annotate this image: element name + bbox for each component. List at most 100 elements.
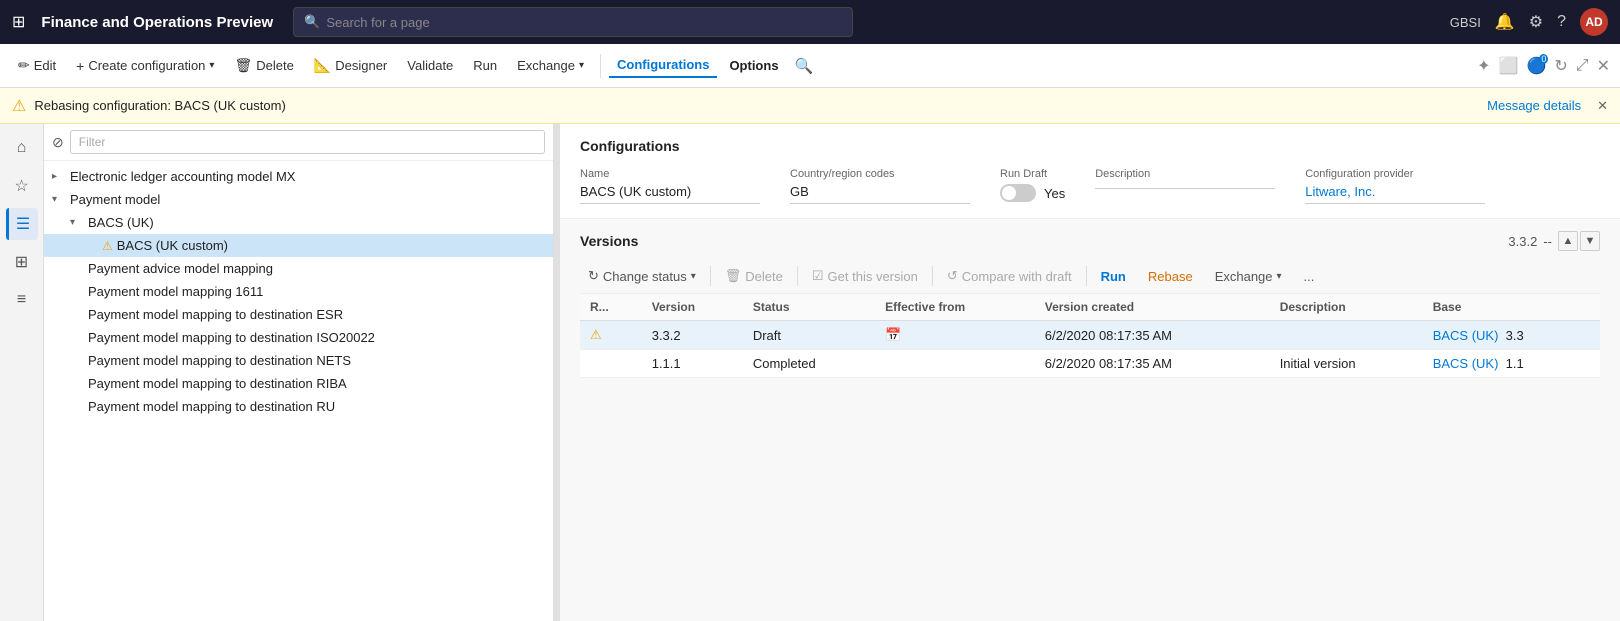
tree-item-label: Payment model mapping to destination ESR: [88, 307, 343, 322]
refresh-icon[interactable]: ↻: [1554, 56, 1567, 76]
table-row[interactable]: 1.1.1Completed6/2/2020 08:17:35 AMInitia…: [580, 350, 1600, 378]
panel-icon[interactable]: ⬜: [1499, 56, 1519, 76]
sidebar-menu-icon[interactable]: ≡: [6, 284, 38, 316]
tree-item-payment-dest-riba[interactable]: Payment model mapping to destination RIB…: [44, 372, 553, 395]
warning-icon: ⚠: [12, 96, 26, 116]
designer-button[interactable]: 📐 Designer: [306, 53, 395, 78]
versions-delete-button[interactable]: 🗑 Delete: [717, 265, 791, 287]
tree-item-label: Electronic ledger accounting model MX: [70, 169, 295, 184]
version-up-button[interactable]: ▲: [1558, 231, 1578, 251]
tree-item-label: Payment model mapping to destination NET…: [88, 353, 351, 368]
compare-with-draft-button[interactable]: ↺ Compare with draft: [939, 265, 1080, 287]
delete-button[interactable]: 🗑 Delete: [226, 53, 301, 78]
tree-item-electronic[interactable]: ▸ Electronic ledger accounting model MX: [44, 165, 553, 188]
config-provider-label: Configuration provider: [1305, 168, 1485, 180]
message-details-link[interactable]: Message details: [1487, 98, 1581, 113]
search-bar: 🔍: [293, 7, 853, 37]
notification-icon[interactable]: 🔔: [1495, 12, 1515, 32]
table-row[interactable]: ⚠3.3.2Draft📅6/2/2020 08:17:35 AMBACS (UK…: [580, 321, 1600, 350]
warning-message: Rebasing configuration: BACS (UK custom): [34, 98, 285, 113]
tree-item-payment-mapping-1611[interactable]: Payment model mapping 1611: [44, 280, 553, 303]
base-link[interactable]: BACS (UK): [1433, 328, 1499, 343]
ver-separator-2: [797, 266, 798, 286]
tree-item-bacs-uk-custom[interactable]: ⚠BACS (UK custom): [44, 234, 553, 257]
filter-input[interactable]: [70, 130, 545, 154]
designer-icon: 📐: [314, 57, 331, 74]
version-dash: --: [1543, 234, 1552, 249]
tree-item-payment-dest-nets[interactable]: Payment model mapping to destination NET…: [44, 349, 553, 372]
chevron-icon: ▸: [52, 171, 66, 182]
rebase-button[interactable]: Rebase: [1140, 266, 1201, 287]
tree-item-payment-dest-iso[interactable]: Payment model mapping to destination ISO…: [44, 326, 553, 349]
user-avatar[interactable]: AD: [1580, 8, 1608, 36]
close-icon[interactable]: ✕: [1597, 56, 1610, 76]
calendar-icon[interactable]: 📅: [885, 327, 901, 342]
help-icon[interactable]: ?: [1557, 13, 1566, 31]
row-base[interactable]: BACS (UK) 1.1: [1423, 350, 1600, 378]
toolbar-separator: [600, 54, 601, 78]
star-icon[interactable]: ✦: [1477, 56, 1490, 76]
create-config-button[interactable]: + Create configuration ▾: [68, 54, 222, 78]
row-flag: ⚠: [580, 321, 642, 350]
tree-item-payment-dest-ru[interactable]: Payment model mapping to destination RU: [44, 395, 553, 418]
ver-separator-1: [710, 266, 711, 286]
sidebar-home-icon[interactable]: ⌂: [6, 132, 38, 164]
app-title: Finance and Operations Preview: [41, 14, 273, 31]
tree-item-label: Payment model mapping to destination ISO…: [88, 330, 375, 345]
search-input[interactable]: [326, 15, 842, 30]
popout-icon[interactable]: ⤢: [1576, 57, 1589, 75]
tree-item-label: Payment model: [70, 192, 160, 207]
tree-item-payment-dest-esr[interactable]: Payment model mapping to destination ESR: [44, 303, 553, 326]
validate-button[interactable]: Validate: [399, 54, 461, 77]
right-panel: Configurations Name BACS (UK custom) Cou…: [560, 124, 1620, 621]
tree-item-label: BACS (UK custom): [117, 238, 228, 253]
get-this-version-button[interactable]: ☑ Get this version: [804, 265, 926, 287]
tree-item-label: BACS (UK): [88, 215, 154, 230]
config-section: Configurations Name BACS (UK custom) Cou…: [560, 124, 1620, 219]
change-status-button[interactable]: ↻ Change status ▾: [580, 265, 704, 287]
base-link[interactable]: BACS (UK): [1433, 356, 1499, 371]
app-grid-icon[interactable]: ⊞: [12, 12, 25, 32]
row-base[interactable]: BACS (UK) 3.3: [1423, 321, 1600, 350]
run-button[interactable]: Run: [465, 54, 505, 77]
sidebar-table-icon[interactable]: ⊞: [6, 246, 38, 278]
row-warn-icon: ⚠: [590, 327, 602, 342]
version-down-button[interactable]: ▼: [1580, 231, 1600, 251]
col-header-description: Description: [1270, 294, 1423, 321]
plus-icon: +: [76, 58, 84, 74]
configurations-tab[interactable]: Configurations: [609, 53, 717, 78]
col-header-status: Status: [743, 294, 875, 321]
name-value: BACS (UK custom): [580, 184, 760, 204]
row-description: [1270, 321, 1423, 350]
edit-button[interactable]: ✏ Edit: [10, 53, 64, 78]
sidebar-star-icon[interactable]: ☆: [6, 170, 38, 202]
more-options-button[interactable]: ...: [1296, 266, 1323, 287]
sidebar-list-icon[interactable]: ☰: [6, 208, 38, 240]
row-effective-from: 📅: [875, 321, 1035, 350]
run-draft-toggle[interactable]: [1000, 184, 1036, 202]
filter-icon[interactable]: ⊘: [52, 134, 64, 151]
warning-close-button[interactable]: ✕: [1597, 98, 1608, 114]
versions-run-button[interactable]: Run: [1093, 266, 1134, 287]
options-tab[interactable]: Options: [721, 54, 786, 77]
config-provider-value[interactable]: Litware, Inc.: [1305, 184, 1485, 204]
badge-icon[interactable]: 🔵0: [1526, 56, 1546, 76]
get-version-icon: ☑: [812, 268, 824, 284]
action-bar: ✏ Edit + Create configuration ▾ 🗑 Delete…: [0, 44, 1620, 88]
exchange-button[interactable]: Exchange ▾: [509, 54, 592, 77]
row-description: Initial version: [1270, 350, 1423, 378]
versions-header: Versions 3.3.2 -- ▲ ▼: [580, 231, 1600, 251]
gbsi-label: GBSI: [1450, 15, 1481, 30]
description-value: [1095, 184, 1275, 189]
delete-icon: 🗑: [234, 57, 252, 74]
tree-item-bacs-uk[interactable]: ▾ BACS (UK): [44, 211, 553, 234]
toggle-row: Yes: [1000, 184, 1065, 202]
search-icon: 🔍: [304, 14, 320, 30]
chevron-icon: ▾: [70, 217, 84, 228]
tree-item-payment-model[interactable]: ▾Payment model: [44, 188, 553, 211]
settings-icon[interactable]: ⚙: [1529, 12, 1543, 32]
tree-item-payment-advice[interactable]: Payment advice model mapping: [44, 257, 553, 280]
search-toolbar-icon[interactable]: 🔍: [795, 57, 814, 75]
versions-exchange-button[interactable]: Exchange ▾: [1207, 266, 1290, 287]
col-header-r...: R...: [580, 294, 642, 321]
